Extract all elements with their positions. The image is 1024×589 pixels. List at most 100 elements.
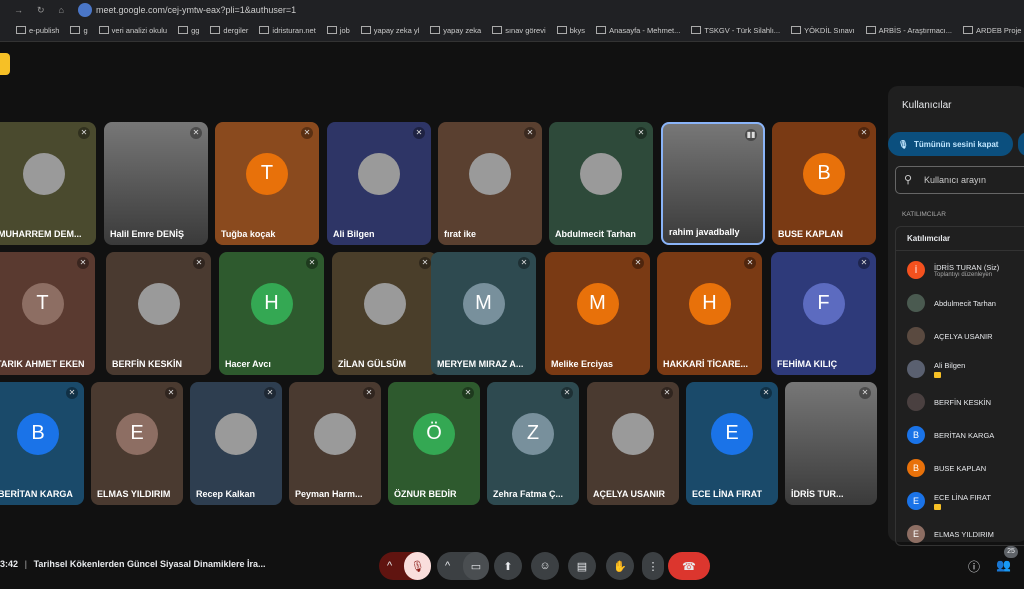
present-button[interactable]: ⬆	[494, 552, 522, 580]
participant-tile[interactable]: ✕ Peyman Harm...	[289, 382, 381, 505]
mic-off-icon: ✕	[301, 127, 313, 139]
avatar: E	[116, 412, 158, 455]
list-header[interactable]: Katılımcılar	[896, 227, 1024, 251]
url-bar[interactable]: meet.google.com/cej-ymtw-eax?pli=1&authu…	[96, 5, 296, 15]
search-input[interactable]: ⚲ Kullanıcı arayın	[895, 166, 1024, 194]
reactions-button[interactable]: ☺	[531, 552, 559, 580]
mic-toggle-button[interactable]: 🎙	[404, 552, 431, 580]
bookmark[interactable]: job	[327, 26, 350, 35]
bookmark[interactable]: e-publish	[16, 26, 59, 35]
captions-button[interactable]: ▤	[568, 552, 596, 580]
participant-tile[interactable]: ✕ Halil Emre DENİŞ	[104, 122, 208, 245]
raise-hand-button[interactable]: ✋	[606, 552, 634, 580]
participant-name: ELMAS YILDIRIM	[97, 489, 171, 499]
more-button[interactable]	[1018, 132, 1024, 156]
participant-list-item[interactable]: Abdulmecit Tarhan	[907, 294, 996, 312]
participant-tile[interactable]: ✕ Abdulmecit Tarhan	[549, 122, 653, 245]
home-icon[interactable]: ⌂	[59, 5, 64, 16]
mute-all-button[interactable]: 🎙 Tümünün sesini kapat	[888, 132, 1013, 156]
bookmark[interactable]: idristuran.net	[259, 26, 315, 35]
avatar	[580, 152, 622, 195]
participant-tile[interactable]: ✕ MUHARREM DEM...	[0, 122, 96, 245]
info-icon[interactable]: ⓘ	[968, 558, 980, 575]
camera-icon: ▭	[470, 560, 482, 573]
clock: 3:42	[0, 559, 19, 569]
notification-tab[interactable]	[0, 53, 10, 75]
mic-off-icon: ✕	[419, 257, 431, 269]
meeting-title: Tarihsel Kökenlerden Güncel Siyasal Dina…	[33, 559, 266, 569]
bookmark[interactable]: yapay zeka yl	[361, 26, 419, 35]
bookmark[interactable]: dergiler	[210, 26, 248, 35]
participant-tile[interactable]: M ✕ MERYEM MIRAZ A...	[431, 252, 536, 375]
avatar	[314, 412, 356, 455]
participant-list-item[interactable]: B BUSE KAPLAN	[907, 459, 986, 477]
avatar: M	[462, 282, 505, 325]
bookmarks-bar: e-publish g veri analizi okulu gg dergiler id…	[0, 20, 1024, 42]
participant-tile[interactable]: ▮▮ rahim javadbally	[661, 122, 765, 245]
mic-off-icon: ✕	[264, 387, 276, 399]
participant-tile[interactable]: ✕ Recep Kalkan	[190, 382, 282, 505]
participant-name: Tuğba koçak	[221, 229, 276, 239]
participant-tile[interactable]: T ✕ Tuğba koçak	[215, 122, 319, 245]
participant-tile[interactable]: H ✕ HAKKARİ TİCARE...	[657, 252, 762, 375]
participant-name: HAKKARİ TİCARE...	[663, 359, 748, 369]
participant-tile[interactable]: Ö ✕ ÖZNUR BEDİR	[388, 382, 480, 505]
participant-name: MUHARREM DEM...	[0, 229, 82, 239]
participant-list-item[interactable]: Ali Bilgen	[907, 360, 965, 378]
reload-icon[interactable]: ↻	[37, 5, 45, 16]
bookmark[interactable]: ARBİS - Araştırmacı...	[866, 26, 952, 35]
bookmark[interactable]: TSKGV - Türk Silahlı...	[691, 26, 780, 35]
bookmark[interactable]: veri analizi okulu	[99, 26, 167, 35]
participant-tile[interactable]: ✕ Ali Bilgen	[327, 122, 431, 245]
bookmark[interactable]: gg	[178, 26, 199, 35]
people-panel: Kullanıcılar 🎙 Tümünün sesini kapat ⚲ Kull…	[888, 86, 1024, 546]
leave-call-button[interactable]: ☎	[668, 552, 710, 580]
avatar: E	[907, 525, 925, 543]
participant-list-item[interactable]: E ELMAS YILDIRIM	[907, 525, 994, 543]
participant-tile[interactable]: B ✕ BUSE KAPLAN	[772, 122, 876, 245]
people-icon[interactable]: 👥	[996, 558, 1011, 572]
mic-off-icon: ✕	[462, 387, 474, 399]
participant-tile[interactable]: M ✕ Melike Erciyas	[545, 252, 650, 375]
participant-name: ELMAS YILDIRIM	[934, 529, 994, 539]
participant-tile[interactable]: T ✕ TARIK AHMET EKEN	[0, 252, 95, 375]
bookmark[interactable]: sınav görevi	[492, 26, 545, 35]
participant-tile[interactable]: ✕ İDRİS TUR...	[785, 382, 877, 505]
bookmark[interactable]: yapay zeka	[430, 26, 481, 35]
bookmark[interactable]: ARDEB Proje Başvur...	[963, 26, 1024, 35]
more-options-button[interactable]: ⋮	[642, 552, 664, 580]
avatar: B	[17, 412, 59, 455]
participant-list-item[interactable]: BERFİN KESKİN	[907, 393, 991, 411]
bookmark[interactable]: YÖKDİL Sınavı	[791, 26, 855, 35]
avatar: Ö	[413, 412, 455, 455]
avatar: B	[907, 426, 925, 444]
forward-icon[interactable]: →	[14, 5, 23, 16]
participant-tile[interactable]: ✕ fırat ike	[438, 122, 542, 245]
meeting-info: 3:42 | Tarihsel Kökenlerden Güncel Siyas…	[0, 559, 266, 569]
mic-off-icon: ✕	[77, 257, 89, 269]
participant-name: BUSE KAPLAN	[934, 463, 987, 473]
participant-list-item[interactable]: E ECE LİNA FIRAT	[907, 492, 991, 510]
participant-tile[interactable]: B ✕ BERİTAN KARGA	[0, 382, 84, 505]
camera-toggle-button[interactable]: ▭	[463, 552, 489, 580]
participant-list-item[interactable]: AÇELYA USANIR	[907, 327, 993, 345]
participant-list-item[interactable]: İ İDRİS TURAN (Siz) Toplantıyı düzenleyen	[907, 261, 999, 279]
participant-tile[interactable]: Z ✕ Zehra Fatma Ç...	[487, 382, 579, 505]
avatar	[612, 412, 654, 455]
participant-tile[interactable]: H ✕ Hacer Avcı	[219, 252, 324, 375]
bookmark[interactable]: g	[70, 26, 87, 35]
participant-tile[interactable]: ✕ ZİLAN GÜLSÜM	[332, 252, 437, 375]
participant-tile[interactable]: E ✕ ECE LİNA FIRAT	[686, 382, 778, 505]
mic-off-icon: 🎙	[898, 139, 909, 149]
participant-name: BUSE KAPLAN	[778, 229, 844, 239]
participant-tile[interactable]: E ✕ ELMAS YILDIRIM	[91, 382, 183, 505]
participant-tile[interactable]: ✕ AÇELYA USANIR	[587, 382, 679, 505]
participant-list-item[interactable]: B BERİTAN KARGA	[907, 426, 994, 444]
participant-name: Halil Emre DENİŞ	[110, 229, 185, 239]
participant-name: ÖZNUR BEDİR	[394, 489, 457, 499]
bookmark[interactable]: bkys	[557, 26, 585, 35]
mic-off-icon: ✕	[760, 387, 772, 399]
participant-tile[interactable]: F ✕ FEHİMA KILIÇ	[771, 252, 876, 375]
bookmark[interactable]: Anasayfa - Mehmet...	[596, 26, 680, 35]
participant-tile[interactable]: ✕ BERFİN KESKİN	[106, 252, 211, 375]
